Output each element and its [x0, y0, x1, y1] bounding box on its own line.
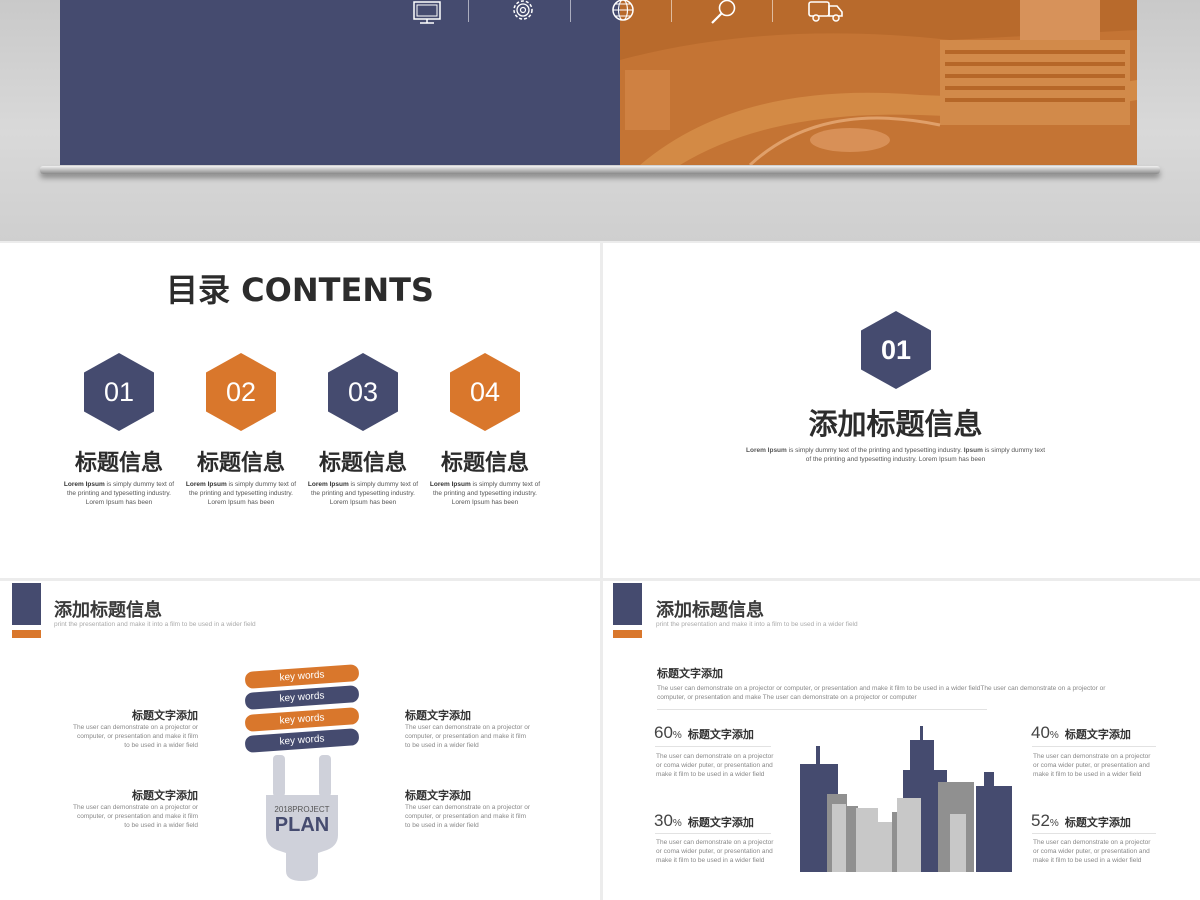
block-text: The user can demonstrate on a projector …	[405, 724, 531, 749]
contents-title: 目录 CONTENTS	[166, 271, 434, 309]
contents-item-desc: Lorem Ipsum is simply dummy text of the …	[429, 481, 541, 506]
contents-item-title: 标题信息	[318, 451, 407, 476]
block-text: The user can demonstrate on a projector …	[72, 804, 198, 829]
section-marker	[613, 583, 642, 625]
keyword-pill: key words	[244, 685, 360, 710]
hex-badge-01: 01	[84, 353, 154, 431]
divider	[655, 746, 771, 747]
divider	[1032, 833, 1156, 834]
contents-item-desc: Lorem Ipsum is simply dummy text of the …	[63, 481, 175, 506]
stat-text: The user can demonstrate on a projector …	[656, 753, 774, 778]
hex-number: 04	[469, 376, 501, 407]
monitor-icon	[411, 0, 443, 26]
city-skyline-illustration	[798, 726, 1013, 872]
cover-city-photo	[620, 0, 1137, 165]
divider	[655, 833, 771, 834]
slide-subtitle: print the presentation and make it into …	[54, 621, 256, 628]
block-title: 标题文字添加	[405, 789, 471, 802]
hex-number: 02	[225, 376, 257, 407]
bulb-slide: 添加标题信息 print the presentation and make i…	[0, 581, 600, 900]
section-slide: 01 添加标题信息 Lorem Ipsum is simply dummy te…	[603, 243, 1200, 578]
icon-separator	[772, 0, 773, 22]
section-marker-accent	[613, 630, 642, 638]
hex-badge-04: 04	[450, 353, 520, 431]
truck-icon	[806, 0, 843, 26]
block-title: 标题文字添加	[132, 789, 198, 802]
stat-text: The user can demonstrate on a projector …	[656, 839, 774, 864]
hex-number: 01	[103, 376, 135, 407]
hex-badge-03: 03	[328, 353, 398, 431]
stat-30: 30% 标题文字添加	[654, 811, 754, 830]
cover-slide-section	[0, 0, 1200, 241]
section-marker	[12, 583, 41, 625]
divider	[1032, 746, 1156, 747]
section-desc: Lorem Ipsum is simply dummy text of the …	[746, 447, 1045, 463]
icon-separator	[671, 0, 672, 22]
section-hex-badge: 01	[861, 311, 931, 389]
bulb-plan-label: PLAN	[274, 814, 330, 836]
magnifier-icon	[708, 0, 740, 26]
cover-slide	[60, 0, 1137, 165]
contents-slide: 目录 CONTENTS 01 02 03 04 标题信息 标题信息 标题信息 标…	[0, 243, 600, 578]
stat-text: The user can demonstrate on a projector …	[1033, 839, 1151, 864]
slide-title: 添加标题信息	[54, 600, 162, 621]
block-title: 标题文字添加	[405, 709, 471, 722]
icon-separator	[468, 0, 469, 22]
slide-title: 添加标题信息	[656, 600, 764, 621]
globe-icon	[607, 0, 639, 26]
slide-shelf	[40, 166, 1160, 174]
stat-text: The user can demonstrate on a projector …	[1033, 753, 1151, 778]
keyword-pill: key words	[244, 728, 360, 753]
contents-item-title: 标题信息	[440, 451, 529, 476]
slide-subtitle: print the presentation and make it into …	[656, 621, 858, 628]
gear-icon	[507, 0, 539, 26]
contents-item-title: 标题信息	[196, 451, 285, 476]
block-title: 标题文字添加	[132, 709, 198, 722]
contents-item-title: 标题信息	[74, 451, 163, 476]
section-title: 添加标题信息	[808, 407, 983, 441]
contents-item-desc: Lorem Ipsum is simply dummy text of the …	[307, 481, 419, 506]
section-marker-accent	[12, 630, 41, 638]
block-text: The user can demonstrate on a projector …	[72, 724, 198, 749]
block-text: The user can demonstrate on a projector …	[405, 804, 531, 829]
divider	[657, 709, 987, 710]
lead-title: 标题文字添加	[657, 667, 723, 680]
hex-number: 03	[347, 376, 379, 407]
lead-text: The user can demonstrate on a projector …	[657, 685, 1106, 701]
bulb-year-label: 2018PROJECT	[274, 805, 330, 814]
section-number: 01	[880, 334, 912, 365]
icon-separator	[570, 0, 571, 22]
stat-40: 40% 标题文字添加	[1031, 723, 1131, 742]
stat-60: 60% 标题文字添加	[654, 723, 754, 742]
stat-52: 52% 标题文字添加	[1031, 811, 1131, 830]
stats-slide: 添加标题信息 print the presentation and make i…	[603, 581, 1200, 900]
hex-badge-02: 02	[206, 353, 276, 431]
contents-item-desc: Lorem Ipsum is simply dummy text of the …	[185, 481, 297, 506]
